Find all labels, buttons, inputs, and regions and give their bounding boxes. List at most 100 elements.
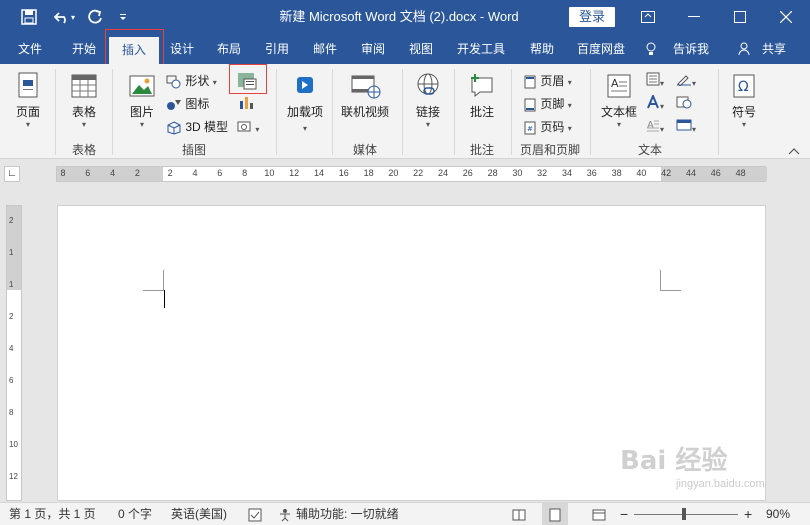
- picture-label: 图片: [129, 105, 154, 119]
- accessibility-icon[interactable]: [278, 503, 292, 525]
- 3d-models-button[interactable]: 3D 模型: [166, 118, 228, 135]
- smartart-button[interactable]: [236, 71, 258, 94]
- addins-label: 加载项: [286, 105, 323, 119]
- ruler-tick-label: 44: [685, 168, 696, 178]
- comment-label: 批注: [469, 105, 494, 119]
- tab-insert[interactable]: 插入: [109, 37, 159, 64]
- icons-button[interactable]: 图标: [166, 95, 209, 112]
- chart-button[interactable]: [238, 95, 254, 112]
- zoom-in-button[interactable]: +: [744, 503, 752, 525]
- tab-help[interactable]: 帮助: [520, 34, 564, 64]
- title-bar: ▾ 新建 Microsoft Word 文档 (2).docx - Word 登…: [0, 0, 810, 34]
- vruler-tick-label: 12: [9, 472, 18, 481]
- tab-file[interactable]: 文件: [8, 34, 52, 64]
- textbox-button[interactable]: A 文本框 ▾: [598, 72, 640, 129]
- svg-text:A: A: [611, 77, 619, 90]
- zoom-slider-thumb[interactable]: [682, 508, 686, 520]
- date-time-icon: [676, 96, 692, 109]
- login-button[interactable]: 登录: [569, 7, 615, 27]
- online-video-button[interactable]: 联机视频: [338, 72, 392, 120]
- vruler-tick-label: 2: [9, 216, 14, 225]
- tab-design[interactable]: 设计: [160, 34, 204, 64]
- drop-cap-icon: A: [647, 120, 659, 132]
- maximize-icon[interactable]: [717, 0, 763, 34]
- divider: [511, 69, 512, 155]
- link-icon: [417, 73, 439, 95]
- date-time-button[interactable]: [676, 95, 692, 112]
- zoom-slider[interactable]: [634, 503, 738, 525]
- 3d-models-label: 3D 模型: [185, 120, 229, 134]
- object-button[interactable]: ▾: [676, 118, 696, 135]
- online-video-icon: [351, 75, 381, 99]
- page-count[interactable]: 第 1 页，共 1 页: [9, 503, 96, 525]
- screenshot-button[interactable]: ▾: [236, 118, 259, 135]
- shapes-button[interactable]: 形状 ▾: [166, 72, 217, 89]
- table-button[interactable]: 表格 ▾: [64, 72, 104, 129]
- online-video-label: 联机视频: [340, 105, 389, 119]
- watermark: Bai 经验: [620, 446, 728, 476]
- header-button[interactable]: 页眉 ▾: [523, 72, 572, 89]
- wordart-button[interactable]: ▾: [646, 93, 664, 112]
- ruler-tick-label: 4: [192, 168, 198, 178]
- media-group-label: 媒体: [352, 143, 377, 157]
- link-label: 链接: [415, 105, 440, 119]
- horizontal-ruler[interactable]: 8 6 4 2 2 4 6 8 10 12 14 16 18 20 22 24 26 28 30 32 34 36 38 40…: [56, 166, 767, 182]
- chevron-down-icon: ▾: [741, 120, 746, 129]
- collapse-ribbon-icon[interactable]: [788, 144, 800, 158]
- page-number-button[interactable]: # 页码 ▾: [523, 118, 572, 135]
- language[interactable]: 英语(美国): [171, 503, 227, 525]
- tab-selector[interactable]: ∟: [4, 166, 20, 182]
- tab-references[interactable]: 引用: [255, 34, 299, 64]
- footer-button[interactable]: 页脚 ▾: [523, 95, 572, 112]
- ribbon-display-options-icon[interactable]: [625, 0, 671, 34]
- vertical-ruler[interactable]: 2 1 1 2 4 6 8 10 12: [6, 205, 22, 501]
- drop-cap-button[interactable]: A ▾: [646, 118, 664, 135]
- zoom-level[interactable]: 90%: [766, 503, 790, 525]
- signature-line-button[interactable]: ▾: [676, 72, 696, 89]
- ruler-tick-label: 40: [636, 168, 647, 178]
- share-person-icon: [738, 34, 752, 64]
- tab-mailings[interactable]: 邮件: [303, 34, 347, 64]
- tab-review[interactable]: 审阅: [351, 34, 395, 64]
- header-footer-group-label: 页眉和页脚: [519, 143, 580, 157]
- page-number-icon: #: [524, 121, 536, 135]
- zoom-out-button[interactable]: −: [620, 503, 628, 525]
- lightbulb-icon: [644, 34, 658, 64]
- table-group-label: 表格: [71, 143, 96, 157]
- ruler-tick-label: 8: [60, 168, 66, 178]
- tab-home[interactable]: 开始: [62, 34, 106, 64]
- web-layout-icon[interactable]: [592, 503, 606, 525]
- addins-button[interactable]: 加载项 ▾: [285, 72, 325, 134]
- ruler-tick-label: 32: [537, 168, 548, 178]
- icons-label: 图标: [185, 97, 210, 111]
- share-button[interactable]: 共享: [754, 34, 794, 64]
- close-icon[interactable]: [763, 0, 809, 34]
- vruler-tick-label: 1: [9, 248, 14, 257]
- ribbon-tabs: 文件 开始 插入 设计 布局 引用 邮件 审阅 视图 开发工具 帮助 百度网盘 …: [0, 34, 810, 64]
- footer-label: 页脚: [540, 97, 565, 111]
- picture-icon: [129, 75, 155, 97]
- link-button[interactable]: 链接 ▾: [408, 72, 448, 129]
- header-icon: [524, 75, 536, 89]
- read-mode-icon[interactable]: [512, 503, 526, 525]
- tab-layout[interactable]: 布局: [207, 34, 251, 64]
- tab-view[interactable]: 视图: [399, 34, 443, 64]
- print-layout-icon[interactable]: [542, 503, 568, 525]
- minimize-icon[interactable]: [671, 0, 717, 34]
- tab-developer[interactable]: 开发工具: [450, 34, 512, 64]
- chevron-down-icon: ▾: [616, 120, 621, 129]
- picture-button[interactable]: 图片 ▾: [122, 72, 162, 129]
- proofing-icon[interactable]: [248, 503, 262, 525]
- divider: [276, 69, 277, 155]
- word-count[interactable]: 0 个字: [118, 503, 152, 525]
- ruler-tick-label: 46: [710, 168, 721, 178]
- symbol-button[interactable]: Ω 符号 ▾: [724, 72, 764, 129]
- page-button[interactable]: 页面 ▾: [10, 72, 46, 129]
- accessibility-status[interactable]: 辅助功能: 一切就绪: [296, 503, 399, 525]
- tell-me-search[interactable]: 告诉我: [668, 34, 714, 64]
- tab-baidu-netdisk[interactable]: 百度网盘: [570, 34, 632, 64]
- ruler-tick-label: 38: [611, 168, 622, 178]
- quick-parts-button[interactable]: ▾: [646, 72, 664, 89]
- comment-button[interactable]: 批注: [462, 72, 502, 120]
- symbol-label: 符号: [731, 105, 756, 119]
